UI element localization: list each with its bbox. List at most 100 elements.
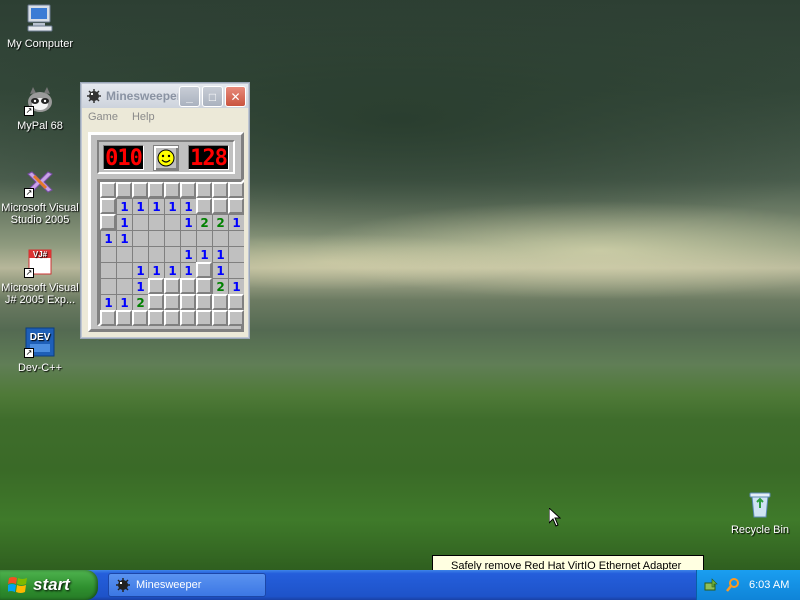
number-cell[interactable]: 2: [212, 214, 228, 230]
covered-cell[interactable]: [116, 310, 132, 326]
covered-cell[interactable]: [196, 278, 212, 294]
covered-cell[interactable]: [180, 294, 196, 310]
covered-cell[interactable]: [100, 310, 116, 326]
desktop-icon-mypal[interactable]: ↗ MyPal 68: [0, 84, 80, 132]
empty-cell[interactable]: [180, 230, 196, 246]
covered-cell[interactable]: [100, 182, 116, 198]
empty-cell[interactable]: [228, 230, 244, 246]
empty-cell[interactable]: [164, 246, 180, 262]
search-icon[interactable]: [725, 577, 741, 593]
empty-cell[interactable]: [228, 262, 244, 278]
covered-cell[interactable]: [180, 278, 196, 294]
number-cell[interactable]: 1: [100, 230, 116, 246]
covered-cell[interactable]: [100, 214, 116, 230]
number-cell[interactable]: 1: [148, 262, 164, 278]
covered-cell[interactable]: [228, 198, 244, 214]
number-cell[interactable]: 1: [116, 198, 132, 214]
covered-cell[interactable]: [196, 294, 212, 310]
empty-cell[interactable]: [100, 246, 116, 262]
number-cell[interactable]: 1: [132, 262, 148, 278]
menu-game[interactable]: Game: [88, 111, 118, 123]
covered-cell[interactable]: [132, 182, 148, 198]
empty-cell[interactable]: [116, 246, 132, 262]
number-cell[interactable]: 1: [132, 278, 148, 294]
number-cell[interactable]: 1: [228, 278, 244, 294]
number-cell[interactable]: 2: [212, 278, 228, 294]
number-cell[interactable]: 1: [180, 214, 196, 230]
covered-cell[interactable]: [228, 182, 244, 198]
covered-cell[interactable]: [148, 182, 164, 198]
desktop-icon-my-computer[interactable]: My Computer: [0, 2, 80, 50]
covered-cell[interactable]: [164, 278, 180, 294]
number-cell[interactable]: 1: [228, 214, 244, 230]
desktop-icon-dev-cpp[interactable]: DEV ↗ Dev-C++: [0, 326, 80, 374]
covered-cell[interactable]: [100, 198, 116, 214]
empty-cell[interactable]: [164, 214, 180, 230]
minesweeper-window[interactable]: Minesweeper _ □ ✕ Game Help 010 128 1111…: [81, 83, 249, 338]
covered-cell[interactable]: [196, 262, 212, 278]
number-cell[interactable]: 2: [196, 214, 212, 230]
safely-remove-hardware-icon[interactable]: [703, 577, 719, 593]
covered-cell[interactable]: [196, 310, 212, 326]
empty-cell[interactable]: [132, 230, 148, 246]
number-cell[interactable]: 1: [180, 246, 196, 262]
menu-help[interactable]: Help: [132, 111, 155, 123]
clock[interactable]: 6:03 AM: [749, 579, 789, 591]
covered-cell[interactable]: [180, 182, 196, 198]
empty-cell[interactable]: [132, 214, 148, 230]
covered-cell[interactable]: [116, 182, 132, 198]
covered-cell[interactable]: [164, 294, 180, 310]
covered-cell[interactable]: [196, 182, 212, 198]
empty-cell[interactable]: [148, 214, 164, 230]
window-title-bar[interactable]: Minesweeper _ □ ✕: [82, 84, 248, 108]
empty-cell[interactable]: [212, 230, 228, 246]
covered-cell[interactable]: [180, 310, 196, 326]
number-cell[interactable]: 2: [132, 294, 148, 310]
number-cell[interactable]: 1: [180, 262, 196, 278]
covered-cell[interactable]: [148, 294, 164, 310]
covered-cell[interactable]: [132, 310, 148, 326]
empty-cell[interactable]: [164, 230, 180, 246]
number-cell[interactable]: 1: [180, 198, 196, 214]
desktop-icon-vj-sharp[interactable]: VJ# ↗ Microsoft Visual J# 2005 Exp...: [0, 246, 80, 306]
number-cell[interactable]: 1: [116, 294, 132, 310]
close-button[interactable]: ✕: [225, 86, 246, 107]
covered-cell[interactable]: [212, 198, 228, 214]
number-cell[interactable]: 1: [148, 198, 164, 214]
number-cell[interactable]: 1: [212, 246, 228, 262]
number-cell[interactable]: 1: [116, 230, 132, 246]
desktop-icon-visual-studio[interactable]: ↗ Microsoft Visual Studio 2005: [0, 166, 80, 226]
covered-cell[interactable]: [164, 182, 180, 198]
covered-cell[interactable]: [148, 310, 164, 326]
empty-cell[interactable]: [196, 230, 212, 246]
start-button[interactable]: start: [0, 570, 98, 600]
empty-cell[interactable]: [100, 278, 116, 294]
number-cell[interactable]: 1: [116, 214, 132, 230]
covered-cell[interactable]: [228, 294, 244, 310]
empty-cell[interactable]: [100, 262, 116, 278]
covered-cell[interactable]: [228, 310, 244, 326]
covered-cell[interactable]: [212, 182, 228, 198]
covered-cell[interactable]: [196, 198, 212, 214]
empty-cell[interactable]: [228, 246, 244, 262]
covered-cell[interactable]: [212, 310, 228, 326]
number-cell[interactable]: 1: [196, 246, 212, 262]
covered-cell[interactable]: [212, 294, 228, 310]
number-cell[interactable]: 1: [100, 294, 116, 310]
minimize-button[interactable]: _: [179, 86, 200, 107]
empty-cell[interactable]: [132, 246, 148, 262]
number-cell[interactable]: 1: [212, 262, 228, 278]
empty-cell[interactable]: [148, 230, 164, 246]
desktop-icon-recycle-bin[interactable]: Recycle Bin: [720, 488, 800, 536]
smiley-face-button[interactable]: [153, 145, 179, 171]
covered-cell[interactable]: [148, 278, 164, 294]
number-cell[interactable]: 1: [164, 262, 180, 278]
number-cell[interactable]: 1: [132, 198, 148, 214]
empty-cell[interactable]: [116, 262, 132, 278]
covered-cell[interactable]: [164, 310, 180, 326]
maximize-button[interactable]: □: [202, 86, 223, 107]
empty-cell[interactable]: [116, 278, 132, 294]
empty-cell[interactable]: [148, 246, 164, 262]
taskbar-item-minesweeper[interactable]: Minesweeper: [108, 573, 266, 597]
number-cell[interactable]: 1: [164, 198, 180, 214]
